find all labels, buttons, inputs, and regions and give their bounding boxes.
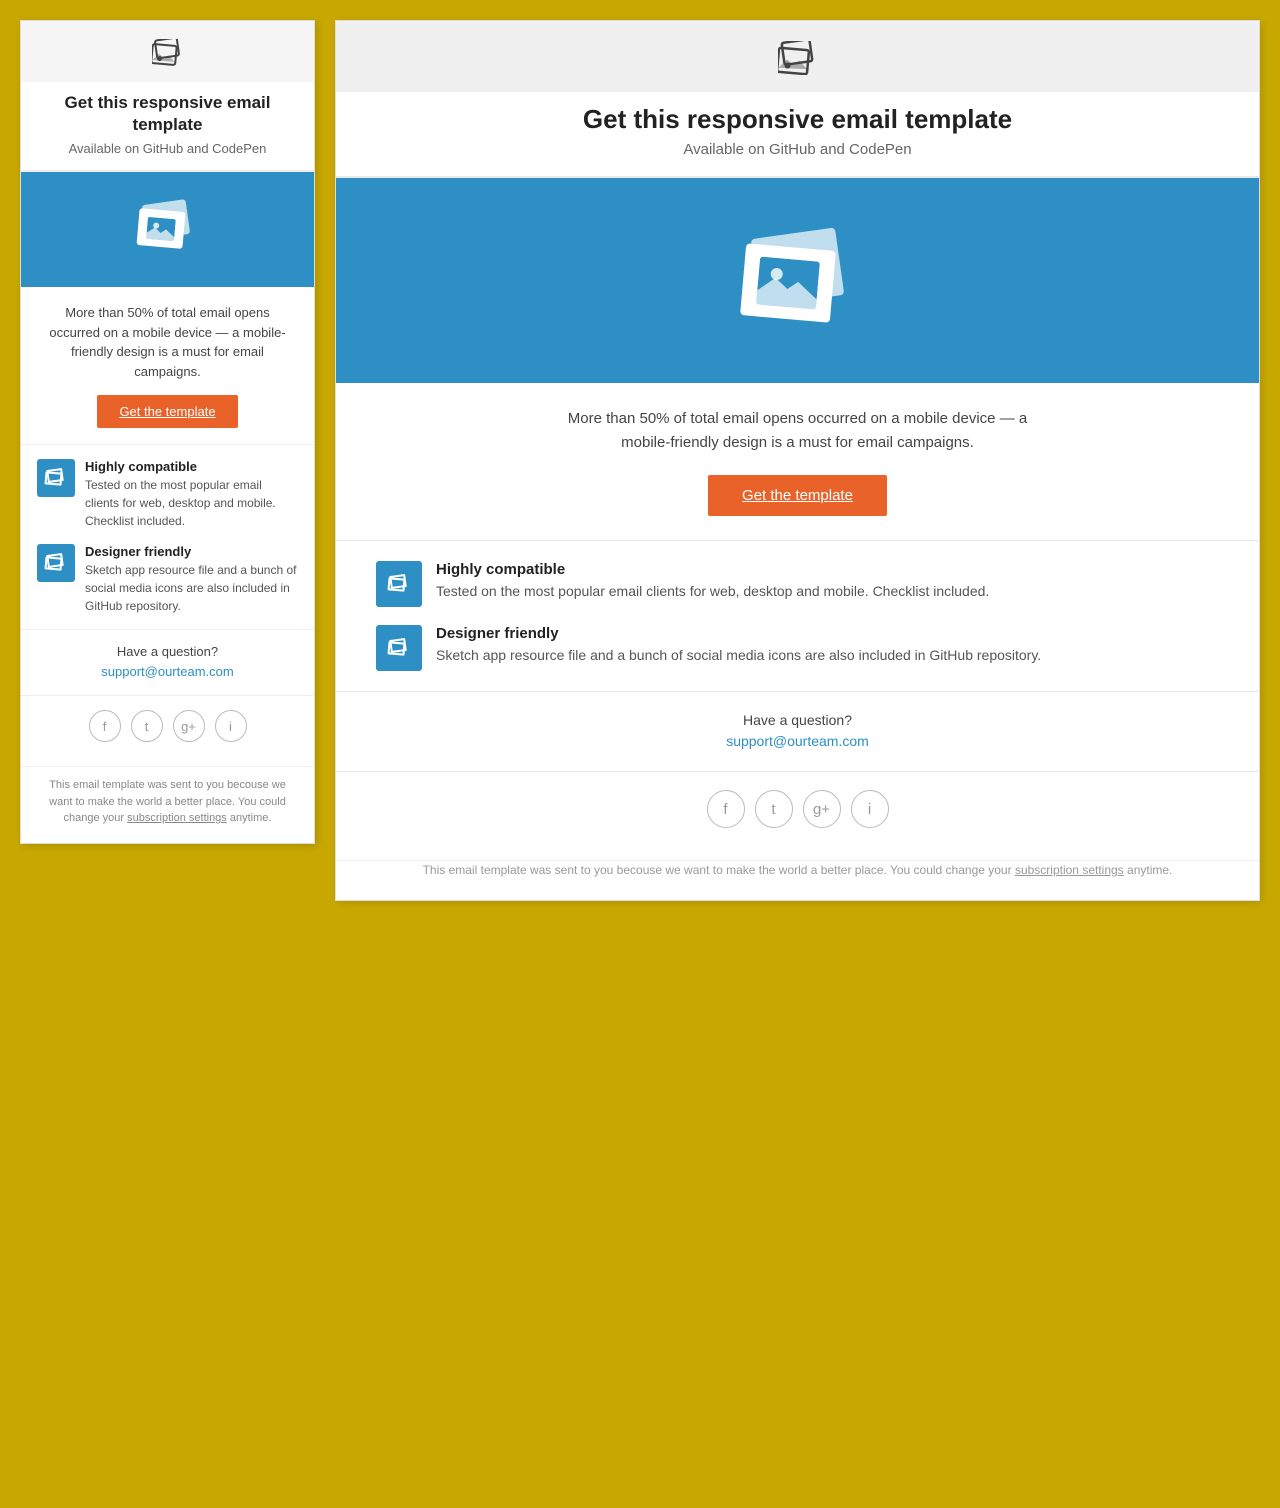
mobile-email-link[interactable]: support@ourteam.com xyxy=(101,664,233,679)
mobile-footer-legal: This email template was sent to you beco… xyxy=(21,767,314,843)
desktop-twitter-icon[interactable]: t xyxy=(755,790,793,828)
desktop-feature-1-desc: Tested on the most popular email clients… xyxy=(436,583,989,599)
mobile-cta-button[interactable]: Get the template xyxy=(97,395,237,428)
desktop-feature-1-title: Highly compatible xyxy=(436,561,989,578)
mobile-features-section: Highly compatible Tested on the most pop… xyxy=(21,445,314,630)
mobile-feature-2-icon xyxy=(37,544,75,582)
desktop-title: Get this responsive email template xyxy=(376,104,1219,135)
mobile-email-card: Get this responsive email template Avail… xyxy=(20,20,315,844)
mobile-body-text: More than 50% of total email opens occur… xyxy=(41,303,294,381)
mobile-social-section: f t g+ i xyxy=(21,696,314,767)
desktop-email-card: Get this responsive email template Avail… xyxy=(335,20,1260,901)
desktop-body-section: More than 50% of total email opens occur… xyxy=(336,383,1259,541)
desktop-subtitle: Available on GitHub and CodePen xyxy=(376,141,1219,158)
desktop-feature-2-icon xyxy=(376,625,422,671)
mobile-feature-2-desc: Sketch app resource file and a bunch of … xyxy=(85,563,296,613)
desktop-subscription-link[interactable]: subscription settings xyxy=(1015,863,1124,877)
top-photo-icon xyxy=(152,39,184,67)
mobile-hero-section xyxy=(21,172,314,287)
mobile-feature-1-icon xyxy=(37,459,75,497)
desktop-feature-2-text: Designer friendly Sketch app resource fi… xyxy=(436,625,1041,666)
mobile-feature-2-text: Designer friendly Sketch app resource fi… xyxy=(85,544,298,615)
mobile-hero-icon xyxy=(138,202,198,252)
desktop-footer-legal: This email template was sent to you beco… xyxy=(336,861,1259,900)
mobile-social-icons: f t g+ i xyxy=(37,710,298,742)
desktop-top-photo-icon xyxy=(778,41,818,75)
desktop-instagram-icon[interactable]: i xyxy=(851,790,889,828)
mobile-feature-1-title: Highly compatible xyxy=(85,459,298,474)
desktop-top-icon-area xyxy=(336,21,1259,92)
desktop-cta-button[interactable]: Get the template xyxy=(708,475,887,516)
desktop-social-section: f t g+ i xyxy=(336,772,1259,861)
mobile-googleplus-icon[interactable]: g+ xyxy=(173,710,205,742)
desktop-footer-section: Have a question? support@ourteam.com xyxy=(336,692,1259,772)
mobile-legal-text: This email template was sent to you beco… xyxy=(37,777,298,827)
mobile-question-label: Have a question? xyxy=(37,644,298,659)
desktop-feature-1-text: Highly compatible Tested on the most pop… xyxy=(436,561,989,602)
desktop-feature-2-desc: Sketch app resource file and a bunch of … xyxy=(436,647,1041,663)
mobile-instagram-icon[interactable]: i xyxy=(215,710,247,742)
desktop-social-icons: f t g+ i xyxy=(376,790,1219,828)
mobile-top-icon-area xyxy=(21,21,314,82)
desktop-feature-1-icon xyxy=(376,561,422,607)
desktop-feature-2-title: Designer friendly xyxy=(436,625,1041,642)
mobile-footer-section: Have a question? support@ourteam.com xyxy=(21,630,314,696)
mobile-feature-1: Highly compatible Tested on the most pop… xyxy=(37,459,298,530)
mobile-feature-2: Designer friendly Sketch app resource fi… xyxy=(37,544,298,615)
mobile-feature-1-text: Highly compatible Tested on the most pop… xyxy=(85,459,298,530)
desktop-question-label: Have a question? xyxy=(376,712,1219,728)
desktop-facebook-icon[interactable]: f xyxy=(707,790,745,828)
desktop-googleplus-icon[interactable]: g+ xyxy=(803,790,841,828)
mobile-feature-2-title: Designer friendly xyxy=(85,544,298,559)
desktop-feature-2: Designer friendly Sketch app resource fi… xyxy=(376,625,1219,671)
desktop-legal-text: This email template was sent to you beco… xyxy=(376,861,1219,880)
mobile-title: Get this responsive email template xyxy=(41,92,294,136)
mobile-subtitle: Available on GitHub and CodePen xyxy=(41,141,294,156)
mobile-twitter-icon[interactable]: t xyxy=(131,710,163,742)
mobile-body-section: More than 50% of total email opens occur… xyxy=(21,287,314,445)
mobile-facebook-icon[interactable]: f xyxy=(89,710,121,742)
desktop-body-text: More than 50% of total email opens occur… xyxy=(548,407,1048,455)
desktop-hero-icon xyxy=(743,233,853,323)
mobile-header: Get this responsive email template Avail… xyxy=(21,82,314,172)
desktop-header: Get this responsive email template Avail… xyxy=(336,92,1259,178)
mobile-subscription-link[interactable]: subscription settings xyxy=(127,812,227,824)
desktop-features-section: Highly compatible Tested on the most pop… xyxy=(336,541,1259,692)
desktop-feature-1: Highly compatible Tested on the most pop… xyxy=(376,561,1219,607)
desktop-email-link[interactable]: support@ourteam.com xyxy=(726,733,869,749)
mobile-feature-1-desc: Tested on the most popular email clients… xyxy=(85,478,276,528)
desktop-hero-section xyxy=(336,178,1259,383)
page-wrapper: Get this responsive email template Avail… xyxy=(20,20,1260,901)
